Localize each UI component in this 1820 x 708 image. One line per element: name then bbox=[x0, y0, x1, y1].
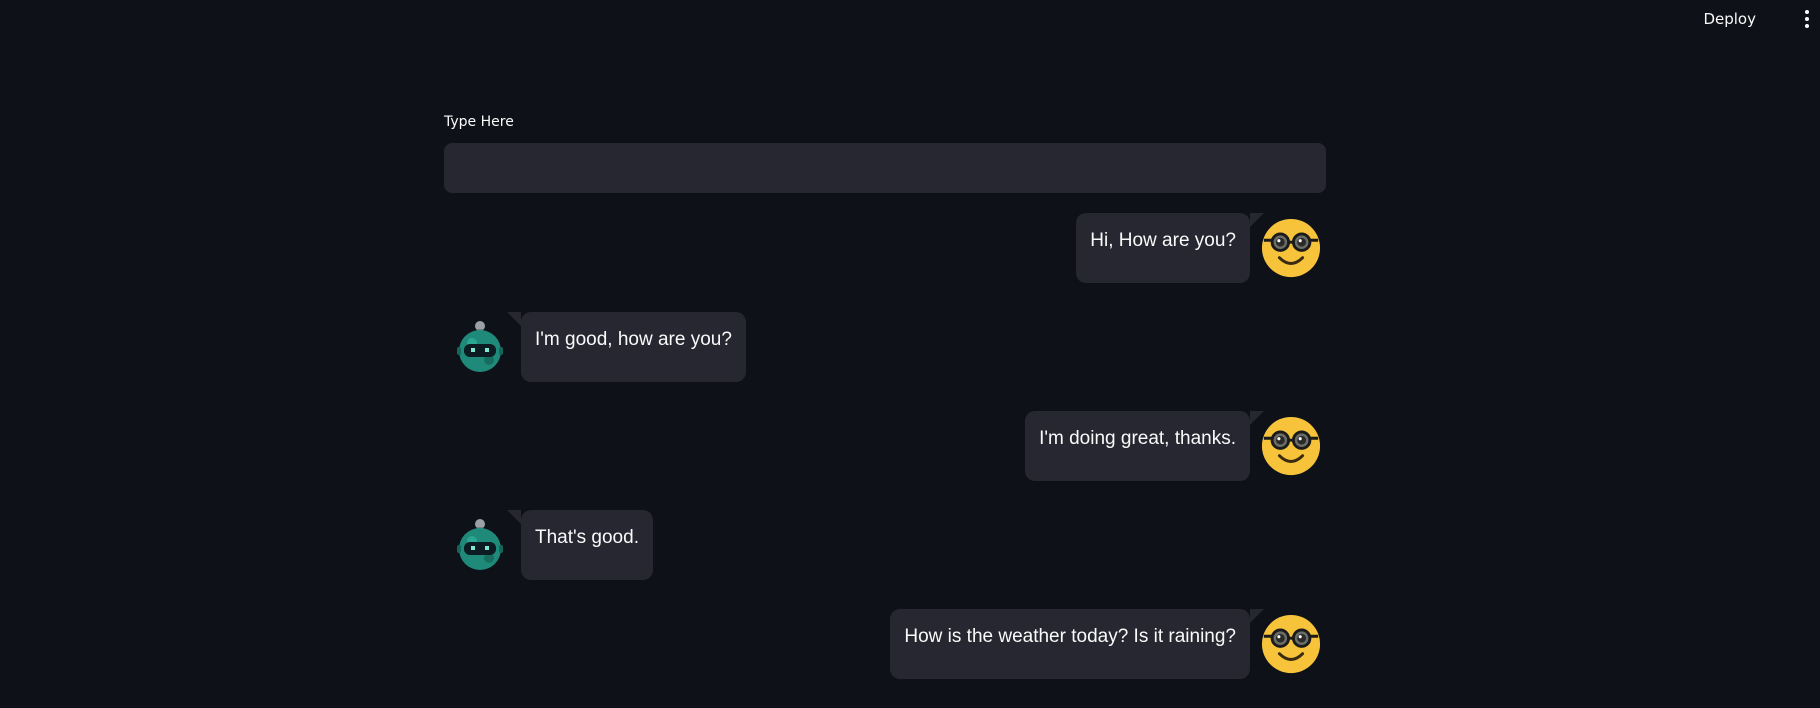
robot-icon bbox=[452, 517, 508, 573]
message-bubble: Hi, How are you? bbox=[1076, 213, 1264, 283]
chat-history: Hi, How are you? I'm good, how are you? … bbox=[444, 213, 1326, 679]
main-content: Type Here Hi, How are you? I'm good, how… bbox=[444, 112, 1326, 708]
deploy-button[interactable]: Deploy bbox=[1695, 7, 1764, 31]
top-toolbar: Deploy bbox=[0, 0, 1820, 40]
chat-message-user: I'm doing great, thanks. bbox=[444, 411, 1326, 481]
message-bubble: I'm doing great, thanks. bbox=[1025, 411, 1264, 481]
robot-icon bbox=[452, 319, 508, 375]
message-bubble: I'm good, how are you? bbox=[507, 312, 746, 382]
chat-message-bot: That's good. bbox=[444, 510, 1326, 580]
chat-message-user: How is the weather today? Is it raining? bbox=[444, 609, 1326, 679]
kebab-menu-icon[interactable] bbox=[1796, 6, 1818, 32]
message-bubble: That's good. bbox=[507, 510, 653, 580]
nerd-face-icon bbox=[1260, 217, 1322, 279]
chat-message-bot: I'm good, how are you? bbox=[444, 312, 1326, 382]
nerd-face-icon bbox=[1260, 613, 1322, 675]
chat-text-input[interactable] bbox=[444, 143, 1326, 193]
message-bubble: How is the weather today? Is it raining? bbox=[890, 609, 1264, 679]
chat-message-user: Hi, How are you? bbox=[444, 213, 1326, 283]
nerd-face-icon bbox=[1260, 415, 1322, 477]
input-label: Type Here bbox=[444, 114, 514, 130]
